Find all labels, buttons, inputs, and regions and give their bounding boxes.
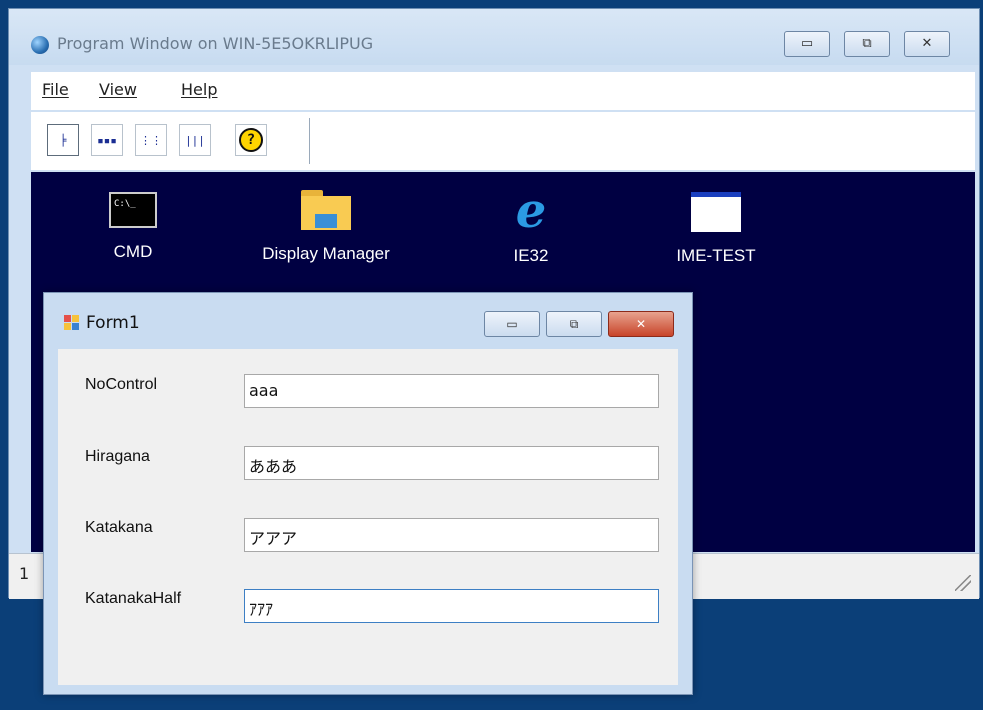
desktop-icon-label: IE32 [513, 246, 549, 265]
form1-titlebar[interactable]: Form1 ▭ ⧉ ✕ [44, 293, 692, 347]
nocontrol-label: NoControl [85, 376, 158, 393]
hiragana-label: Hiragana [85, 448, 150, 465]
status-text: 1 [19, 564, 30, 583]
close-button[interactable]: ✕ [904, 31, 950, 57]
help-icon: ? [239, 128, 263, 152]
menu-help[interactable]: Help [181, 80, 217, 99]
restore-button[interactable]: ⧉ [546, 311, 602, 337]
minimize-button[interactable]: ▭ [484, 311, 540, 337]
small-icons-view-icon[interactable]: ▪▪▪ [91, 124, 123, 156]
form1-client-area: NoControl aaa Hiragana あああ Katakana アアア … [58, 349, 678, 685]
folder-icon [301, 190, 351, 230]
toolbar: ╞ ▪▪▪ ⋮⋮ ||| ? [31, 112, 975, 170]
form1-window: Form1 ▭ ⧉ ✕ NoControl aaa Hiragana あああ K… [43, 292, 693, 695]
restore-button[interactable]: ⧉ [844, 31, 890, 57]
resize-grip-icon[interactable] [955, 575, 971, 591]
details-view-icon[interactable]: ||| [179, 124, 211, 156]
cmd-icon: C:\_ [109, 192, 157, 228]
desktop-icon-ime-test[interactable]: IME-TEST [656, 190, 776, 266]
help-button[interactable]: ? [235, 124, 267, 156]
menu-file[interactable]: File [42, 80, 69, 99]
close-button[interactable]: ✕ [608, 311, 674, 337]
desktop-icon-label: Display Manager [262, 244, 390, 263]
desktop-icon-display-manager[interactable]: Display Manager [231, 190, 421, 264]
form-icon [64, 315, 80, 331]
globe-icon [31, 36, 49, 54]
program-window-title: Program Window on WIN-5E5OKRLIPUG [57, 34, 374, 53]
window-icon [691, 192, 741, 232]
list-view-icon[interactable]: ⋮⋮ [135, 124, 167, 156]
katakana-input[interactable]: アアア [244, 518, 659, 552]
view-button-group: ╞ ▪▪▪ ⋮⋮ ||| ? [39, 118, 310, 164]
katakana-half-label: KatanakaHalf [85, 590, 182, 607]
katakana-label: Katakana [85, 519, 153, 536]
minimize-button[interactable]: ▭ [784, 31, 830, 57]
program-window-titlebar[interactable]: Program Window on WIN-5E5OKRLIPUG ▭ ⧉ ✕ [9, 9, 979, 65]
hiragana-input[interactable]: あああ [244, 446, 659, 480]
menu-bar: File View Help [31, 72, 975, 110]
desktop-icon-ie32[interactable]: e IE32 [491, 183, 571, 266]
form1-title: Form1 [86, 313, 140, 333]
large-icons-view-icon[interactable]: ╞ [47, 124, 79, 156]
internet-explorer-icon: e [515, 183, 547, 239]
nocontrol-input[interactable]: aaa [244, 374, 659, 408]
desktop-icon-cmd[interactable]: C:\_ CMD [73, 190, 193, 262]
desktop-icon-label: IME-TEST [676, 246, 756, 265]
desktop-icon-label: CMD [113, 242, 153, 261]
menu-view[interactable]: View [99, 80, 137, 99]
katakana-half-input[interactable]: ｱｱｱ [244, 589, 659, 623]
